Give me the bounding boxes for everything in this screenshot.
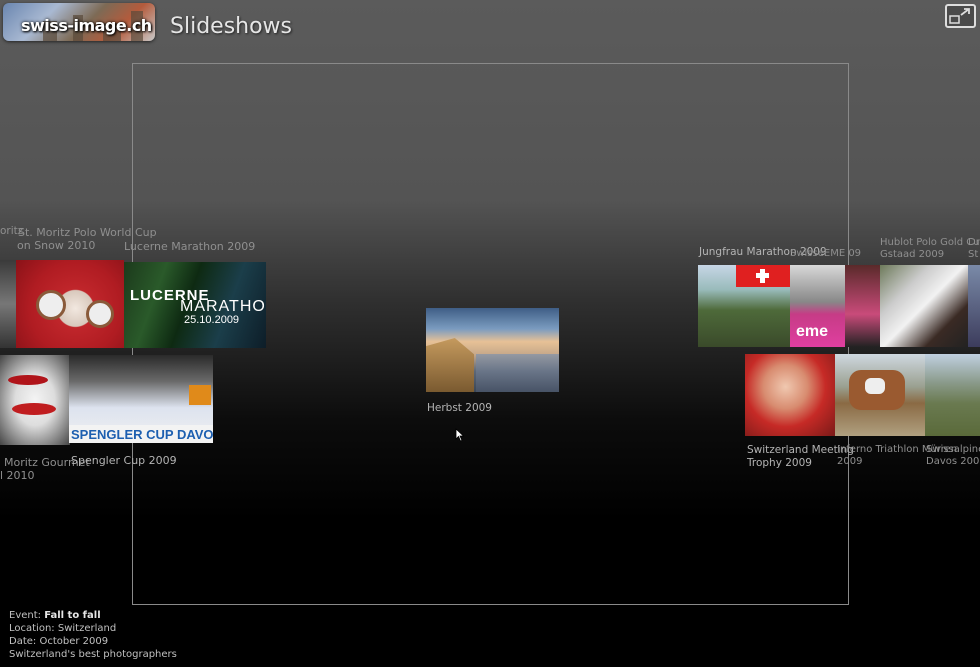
thumbnail-detail (86, 300, 114, 328)
event-info: Event: Fall to fall Location: Switzerlan… (9, 609, 177, 661)
album-thumbnail[interactable]: eme (790, 265, 845, 347)
album-thumbnail[interactable] (16, 260, 124, 348)
album-caption[interactable]: Herbst 2009 (427, 402, 492, 415)
thumbnail-detail (36, 290, 66, 320)
location-line: Location: Switzerland (9, 623, 117, 634)
thumbnail-detail (426, 338, 474, 392)
page-title: Slideshows (170, 14, 293, 39)
album-caption[interactable]: 2009 (837, 455, 862, 468)
album-caption[interactable]: St. Moritz Polo World Cup (18, 226, 157, 239)
thumbnail-detail (12, 403, 56, 415)
thumbnail-text: eme (796, 323, 829, 340)
event-line: Event: Fall to fall (9, 609, 177, 622)
thumbnail-detail (476, 354, 559, 392)
thumbnail-detail (189, 385, 211, 405)
tagline: Switzerland's best photographers (9, 649, 177, 660)
album-caption[interactable]: Gstaad 2009 (880, 248, 944, 261)
flag-detail (736, 265, 790, 287)
site-logo[interactable]: swiss-image.ch (3, 3, 155, 41)
album-caption[interactable]: on Snow 2010 (17, 239, 95, 252)
album-thumbnail[interactable] (925, 354, 980, 436)
thumbnail-detail (756, 273, 769, 278)
album-caption[interactable]: SwisseEME 09 (790, 247, 861, 260)
album-thumbnail[interactable]: LUCERNE MARATHON 25.10.2009 (124, 262, 266, 348)
fullscreen-icon (949, 8, 970, 24)
thumbnail-detail (8, 375, 48, 385)
album-caption[interactable]: Spengler Cup 2009 (71, 454, 177, 467)
album-caption[interactable]: Lucerne Marathon 2009 (124, 240, 255, 253)
date-line: Date: October 2009 (9, 636, 109, 647)
thumbnail-detail (865, 378, 885, 394)
album-thumbnail[interactable] (880, 265, 968, 347)
album-caption[interactable]: Trophy 2009 (747, 457, 812, 470)
album-thumbnail[interactable]: SPENGLER CUP DAVO (69, 355, 213, 443)
thumbnail-text: 25.10.2009 (184, 314, 240, 326)
logo-text: swiss-image.ch (21, 16, 152, 35)
thumbnail-text: SPENGLER CUP DAVO (71, 427, 213, 442)
featured-album-thumbnail[interactable] (426, 308, 559, 392)
event-label: Event: (9, 610, 42, 621)
album-caption[interactable]: Davos 2009 (926, 455, 980, 468)
album-thumbnail[interactable] (745, 354, 835, 436)
album-caption[interactable]: l 2010 (0, 469, 35, 482)
fullscreen-button[interactable] (945, 4, 976, 28)
album-thumbnail[interactable] (698, 265, 790, 347)
cursor-icon (455, 428, 465, 442)
album-thumbnail[interactable] (845, 265, 880, 347)
album-thumbnail[interactable] (0, 355, 70, 445)
event-value: Fall to fall (44, 610, 101, 621)
album-thumbnail[interactable] (835, 354, 925, 436)
album-caption[interactable]: St (968, 248, 978, 261)
album-thumbnail[interactable] (0, 260, 16, 348)
album-thumbnail[interactable] (968, 265, 980, 347)
